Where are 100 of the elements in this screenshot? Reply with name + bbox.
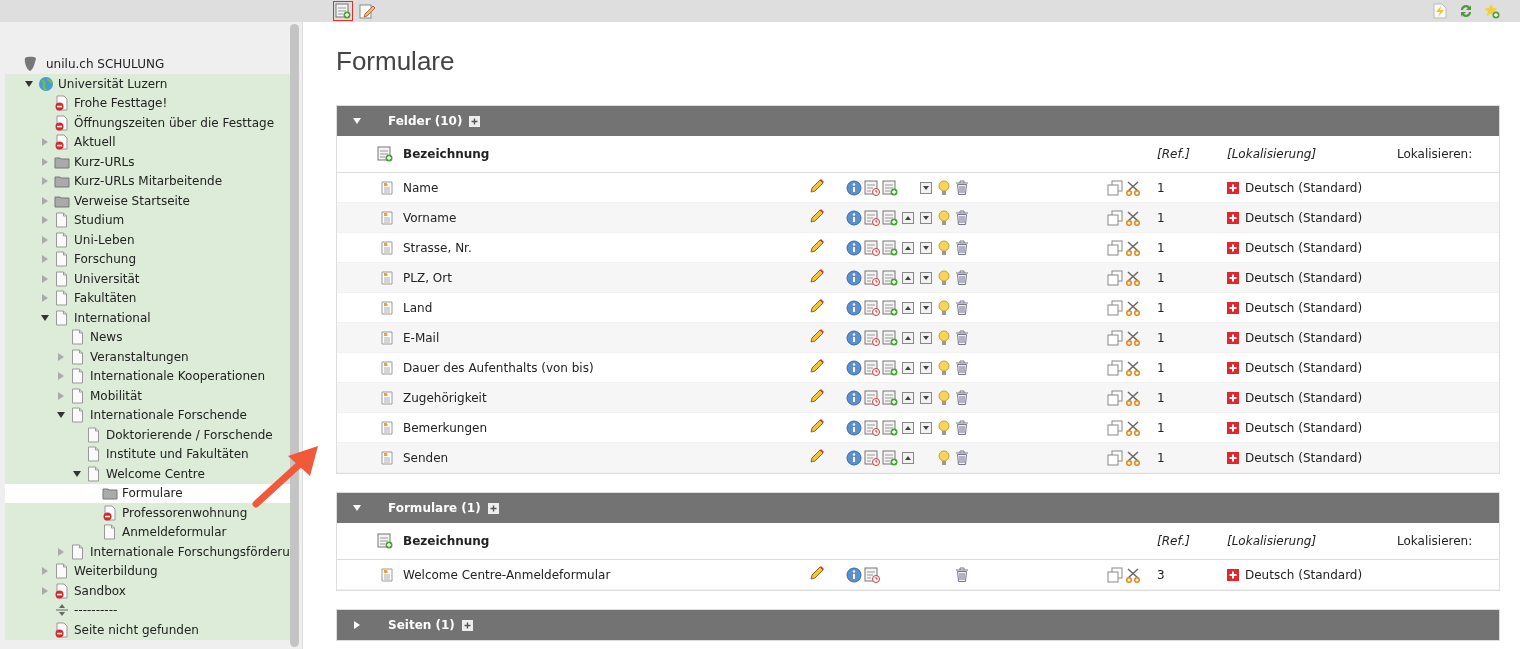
tree-item[interactable]: Öffnungszeiten über die Festtage	[5, 113, 290, 133]
tree-item[interactable]: Anmeldeformular	[5, 522, 290, 542]
tree-item[interactable]: Aktuell	[5, 132, 290, 152]
light-bulb-icon[interactable]	[937, 299, 951, 316]
scissors-icon[interactable]	[1125, 449, 1141, 466]
trash-icon[interactable]	[955, 299, 969, 316]
copy-icon[interactable]	[1107, 239, 1123, 256]
tree-item[interactable]: ----------	[5, 600, 290, 620]
toolbar-button[interactable]	[333, 1, 353, 21]
copy-icon[interactable]	[1107, 269, 1123, 286]
scissors-icon[interactable]	[1125, 179, 1141, 196]
tree-item[interactable]: News	[5, 327, 290, 347]
scissors-icon[interactable]	[1125, 329, 1141, 346]
tree-item[interactable]: Welcome Centre	[5, 464, 290, 484]
caret-down-icon[interactable]	[353, 117, 361, 125]
move-up-icon[interactable]	[902, 421, 914, 434]
info-icon[interactable]	[846, 179, 862, 196]
copy-icon[interactable]	[1107, 179, 1123, 196]
history-icon[interactable]	[864, 566, 880, 583]
tree-item[interactable]: Seite nicht gefunden	[5, 620, 290, 640]
scissors-icon[interactable]	[1125, 209, 1141, 226]
trash-icon[interactable]	[955, 389, 969, 406]
tree-item[interactable]: International	[5, 308, 290, 328]
copy-icon[interactable]	[1107, 329, 1123, 346]
copy-icon[interactable]	[1107, 389, 1123, 406]
history-icon[interactable]	[864, 329, 880, 346]
info-icon[interactable]	[846, 299, 862, 316]
info-icon[interactable]	[846, 449, 862, 466]
move-down-icon[interactable]	[920, 391, 932, 404]
history-icon[interactable]	[864, 179, 880, 196]
caret-down-icon[interactable]	[41, 313, 49, 322]
history-icon[interactable]	[864, 389, 880, 406]
trash-icon[interactable]	[955, 329, 969, 346]
move-down-icon[interactable]	[920, 271, 932, 284]
scrollbar-thumb[interactable]	[290, 24, 299, 647]
pencil-icon[interactable]	[809, 565, 825, 581]
info-icon[interactable]	[846, 389, 862, 406]
copy-icon[interactable]	[1107, 566, 1123, 583]
caret-down-icon[interactable]	[57, 411, 65, 420]
tree-item[interactable]: Internationale Forschende	[5, 405, 290, 425]
tree-root-label[interactable]: unilu.ch SCHULUNG	[46, 57, 165, 71]
tree-item[interactable]: Mobilität	[5, 386, 290, 406]
move-up-icon[interactable]	[902, 451, 914, 464]
section-header[interactable]: Felder (10)	[337, 106, 1499, 136]
trash-icon[interactable]	[955, 359, 969, 376]
move-down-icon[interactable]	[920, 301, 932, 314]
move-down-icon[interactable]	[920, 361, 932, 374]
scissors-icon[interactable]	[1125, 566, 1141, 583]
scissors-icon[interactable]	[1125, 389, 1141, 406]
move-down-icon[interactable]	[920, 421, 932, 434]
pencil-icon[interactable]	[809, 208, 825, 224]
tree-item[interactable]: Sandbox	[5, 581, 290, 601]
pencil-icon[interactable]	[809, 418, 825, 434]
info-icon[interactable]	[846, 329, 862, 346]
copy-icon[interactable]	[1107, 359, 1123, 376]
tree-item[interactable]: Universität Luzern	[5, 74, 290, 94]
move-down-icon[interactable]	[920, 211, 932, 224]
pencil-icon[interactable]	[809, 178, 825, 194]
info-icon[interactable]	[846, 566, 862, 583]
tree-item[interactable]: Doktorierende / Forschende	[5, 425, 290, 445]
pencil-icon[interactable]	[809, 298, 825, 314]
tree-item[interactable]: Professorenwohnung	[5, 503, 290, 523]
info-icon[interactable]	[846, 419, 862, 436]
expand-plus-icon[interactable]	[469, 115, 481, 127]
move-up-icon[interactable]	[902, 301, 914, 314]
move-up-icon[interactable]	[902, 331, 914, 344]
pencil-icon[interactable]	[809, 448, 825, 464]
tree-item[interactable]: Kurz-URLs	[5, 152, 290, 172]
tree-item[interactable]: Uni-Leben	[5, 230, 290, 250]
tree-item[interactable]: Universität	[5, 269, 290, 289]
move-down-icon[interactable]	[920, 181, 932, 194]
pencil-icon[interactable]	[809, 358, 825, 374]
new-record-icon[interactable]	[882, 179, 898, 196]
tree-item[interactable]: Verweise Startseite	[5, 191, 290, 211]
trash-icon[interactable]	[955, 239, 969, 256]
history-icon[interactable]	[864, 449, 880, 466]
info-icon[interactable]	[846, 239, 862, 256]
move-down-icon[interactable]	[920, 241, 932, 254]
toolbar-button[interactable]	[357, 1, 377, 21]
tree-item[interactable]: Veranstaltungen	[5, 347, 290, 367]
light-bulb-icon[interactable]	[937, 329, 951, 346]
scissors-icon[interactable]	[1125, 359, 1141, 376]
tree-item[interactable]: Formulare	[5, 483, 290, 503]
move-up-icon[interactable]	[902, 241, 914, 254]
history-icon[interactable]	[864, 359, 880, 376]
info-icon[interactable]	[846, 359, 862, 376]
copy-icon[interactable]	[1107, 419, 1123, 436]
trash-icon[interactable]	[955, 269, 969, 286]
section-header[interactable]: Formulare (1)	[337, 493, 1499, 523]
info-icon[interactable]	[846, 269, 862, 286]
copy-icon[interactable]	[1107, 449, 1123, 466]
scissors-icon[interactable]	[1125, 299, 1141, 316]
move-up-icon[interactable]	[902, 211, 914, 224]
caret-right-icon[interactable]	[353, 621, 361, 629]
pencil-icon[interactable]	[809, 328, 825, 344]
tree-item[interactable]: Institute und Fakultäten	[5, 444, 290, 464]
info-icon[interactable]	[846, 209, 862, 226]
tree-item[interactable]: Studium	[5, 210, 290, 230]
light-bulb-icon[interactable]	[937, 419, 951, 436]
tree-item[interactable]: Internationale Forschungsförderu	[5, 542, 290, 562]
